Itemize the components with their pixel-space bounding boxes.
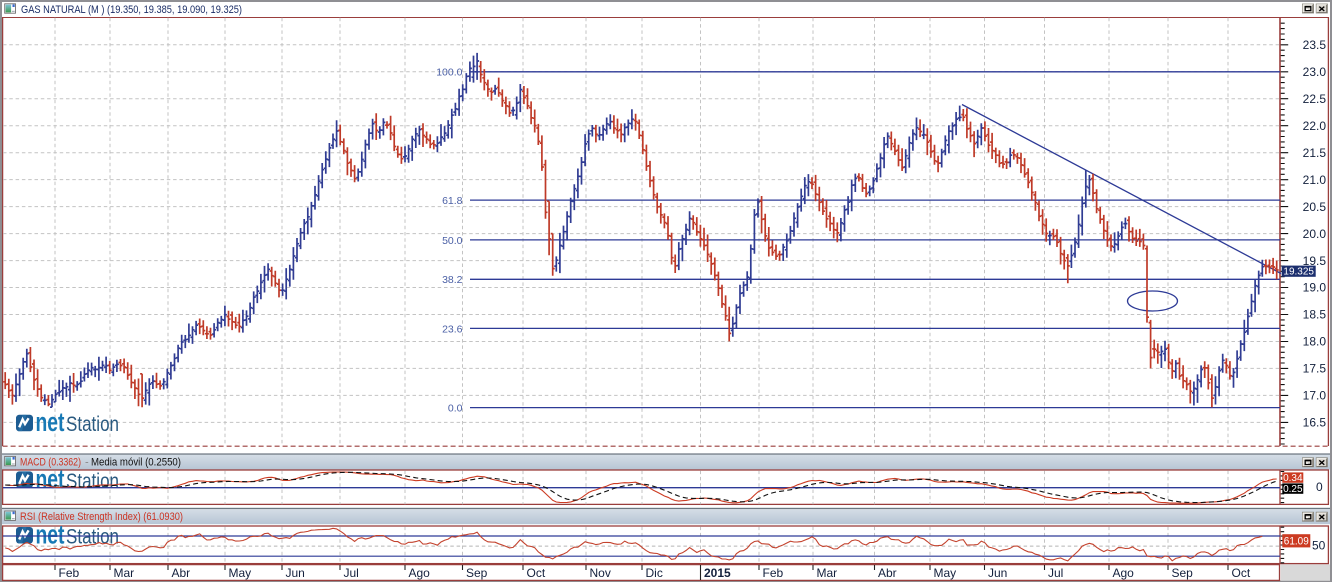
svg-text:17.0: 17.0 [1303,389,1327,403]
svg-text:Mar: Mar [114,566,135,580]
svg-text:0.25: 0.25 [1283,484,1303,495]
svg-text:18.0: 18.0 [1303,335,1327,349]
svg-text:Jul: Jul [1048,566,1063,580]
svg-text:Media móvil (0.2550): Media móvil (0.2550) [91,456,181,468]
svg-text:50: 50 [1312,538,1326,552]
svg-text:Oct: Oct [1232,566,1251,580]
svg-text:20.0: 20.0 [1303,227,1327,241]
svg-text:Abr: Abr [878,566,897,580]
svg-text:May: May [934,566,957,580]
svg-text:0: 0 [1316,480,1323,494]
svg-text:21.5: 21.5 [1303,146,1327,160]
svg-text:Jun: Jun [286,566,305,580]
svg-text:20.5: 20.5 [1303,200,1327,214]
svg-text:19.325: 19.325 [1283,267,1314,278]
svg-text:22.0: 22.0 [1303,119,1327,133]
svg-text:Ago: Ago [409,566,431,580]
svg-text:23.5: 23.5 [1303,38,1327,52]
svg-text:23.6: 23.6 [442,323,463,335]
svg-text:100.0: 100.0 [436,67,462,79]
svg-text:18.5: 18.5 [1303,308,1327,322]
svg-text:Mar: Mar [817,566,838,580]
svg-text:Sep: Sep [1172,566,1194,580]
svg-text:61.09: 61.09 [1284,536,1309,548]
svg-text:Feb: Feb [59,566,80,580]
svg-text:61.8: 61.8 [442,195,463,207]
svg-text:23.0: 23.0 [1303,65,1327,79]
svg-text:0.34: 0.34 [1283,473,1303,484]
svg-text:19.0: 19.0 [1303,281,1327,295]
svg-text:Dic: Dic [646,566,663,580]
svg-text:16.5: 16.5 [1303,416,1327,430]
svg-text:21.0: 21.0 [1303,173,1327,187]
svg-text:50.0: 50.0 [442,235,463,247]
svg-text:Oct: Oct [527,566,546,580]
svg-text:Ago: Ago [1113,566,1135,580]
svg-text:17.5: 17.5 [1303,362,1327,376]
svg-text:-: - [85,456,89,468]
svg-text:2015: 2015 [704,566,731,580]
svg-text:GAS NATURAL (M ) (19.350, 19.3: GAS NATURAL (M ) (19.350, 19.385, 19.090… [21,4,242,16]
svg-text:Jun: Jun [988,566,1007,580]
svg-text:May: May [229,566,252,580]
svg-text:Sep: Sep [466,566,488,580]
svg-text:38.2: 38.2 [442,274,463,286]
svg-text:22.5: 22.5 [1303,92,1327,106]
svg-text:Nov: Nov [590,566,611,580]
svg-text:Feb: Feb [763,566,784,580]
svg-text:0.0: 0.0 [448,403,463,415]
svg-text:Jul: Jul [344,566,359,580]
svg-text:Abr: Abr [172,566,191,580]
